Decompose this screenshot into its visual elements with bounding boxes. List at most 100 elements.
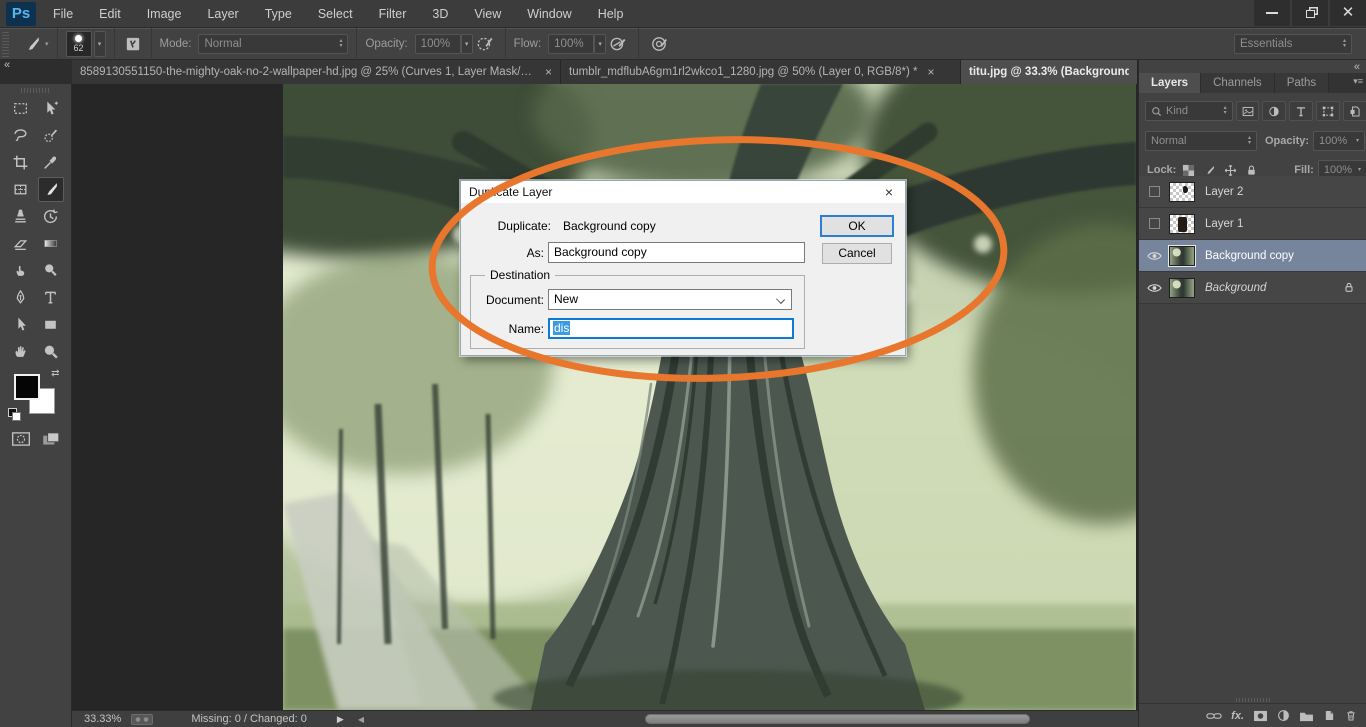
- default-colors-icon[interactable]: [8, 408, 22, 422]
- panel-menu-icon[interactable]: ▾≡: [1353, 73, 1366, 93]
- mode-dropdown[interactable]: Normal ▴▾: [198, 34, 348, 54]
- visibility-toggle[interactable]: [1139, 250, 1169, 262]
- airbrush-icon[interactable]: [606, 33, 630, 55]
- quick-selection-tool-icon[interactable]: [38, 123, 64, 148]
- swap-colors-icon[interactable]: ⇄: [51, 368, 59, 379]
- gradient-tool-icon[interactable]: [38, 231, 64, 256]
- ok-button[interactable]: OK: [820, 215, 894, 237]
- status-expand-icon[interactable]: ▶: [337, 714, 344, 725]
- zoom-level[interactable]: 33.33%: [84, 713, 121, 725]
- restore-button[interactable]: [1292, 0, 1328, 26]
- tab-channels[interactable]: Channels: [1201, 73, 1275, 93]
- document-tab-3-active[interactable]: titu.jpg @ 33.3% (Background c: [961, 60, 1138, 84]
- smudge-tool-icon[interactable]: [8, 258, 34, 283]
- menu-view[interactable]: View: [461, 0, 514, 28]
- eraser-tool-icon[interactable]: [8, 231, 34, 256]
- shape-tool-icon[interactable]: [38, 312, 64, 337]
- panel-toggle-group[interactable]: [115, 28, 152, 60]
- layer-row-background[interactable]: Background: [1139, 272, 1366, 304]
- menu-layer[interactable]: Layer: [194, 0, 251, 28]
- layer1-thumbnail[interactable]: [1169, 214, 1195, 234]
- tab-1-close-icon[interactable]: ×: [545, 65, 552, 79]
- add-mask-icon[interactable]: [1253, 710, 1268, 722]
- screen-mode-icon[interactable]: [41, 430, 61, 448]
- foreground-color-chip[interactable]: [14, 374, 40, 400]
- menu-file[interactable]: File: [40, 0, 86, 28]
- workspace-switcher[interactable]: Essentials ▴▾: [1234, 34, 1352, 54]
- tab-2-close-icon[interactable]: ×: [928, 65, 935, 79]
- tool-preset-group[interactable]: ▾: [13, 28, 58, 60]
- dodge-tool-icon[interactable]: [38, 258, 64, 283]
- layer-name[interactable]: Background copy: [1205, 250, 1294, 262]
- document-tab-2[interactable]: tumblr_mdflubA6gm1rl2wkco1_1280.jpg @ 50…: [561, 60, 961, 84]
- new-group-icon[interactable]: [1299, 710, 1314, 722]
- layer-name[interactable]: Background: [1205, 282, 1266, 294]
- type-tool-icon[interactable]: [38, 285, 64, 310]
- pressure-opacity-icon[interactable]: [473, 33, 497, 55]
- flow-dropdown[interactable]: 100%: [548, 34, 594, 54]
- patch-tool-icon[interactable]: [8, 177, 34, 202]
- name-input[interactable]: dis: [548, 318, 794, 339]
- panel-resize-grip[interactable]: [1236, 698, 1270, 702]
- link-layers-icon[interactable]: [1206, 710, 1222, 722]
- move-tool-icon[interactable]: [38, 96, 64, 121]
- collapse-panel-icon[interactable]: «: [1354, 61, 1360, 73]
- flow-arrow[interactable]: ▾: [594, 34, 606, 54]
- opacity-arrow[interactable]: ▾: [461, 34, 473, 54]
- background-thumbnail[interactable]: [1169, 278, 1195, 298]
- lasso-tool-icon[interactable]: [8, 123, 34, 148]
- filter-smart-object-icon[interactable]: [1343, 101, 1366, 121]
- dialog-titlebar[interactable]: Duplicate Layer ×: [461, 181, 905, 203]
- layer-row-layer2[interactable]: Layer 2: [1139, 176, 1366, 208]
- horizontal-scrollbar[interactable]: [645, 714, 1030, 724]
- brush-preset-picker[interactable]: 62 ▾: [58, 28, 115, 60]
- filter-adjustment-icon[interactable]: [1262, 101, 1286, 121]
- collapse-tools-icon[interactable]: «: [0, 60, 24, 72]
- scroll-left-icon[interactable]: ◀: [358, 715, 364, 724]
- menu-image[interactable]: Image: [134, 0, 195, 28]
- background-copy-thumbnail[interactable]: [1169, 246, 1195, 266]
- document-photo-oak-tree[interactable]: [283, 84, 1136, 710]
- layer-style-icon[interactable]: fx.: [1231, 710, 1244, 722]
- layer-opacity-dropdown[interactable]: 100% ▾: [1313, 131, 1365, 151]
- layer2-thumbnail[interactable]: [1169, 182, 1195, 202]
- menu-edit[interactable]: Edit: [86, 0, 134, 28]
- pressure-size-group[interactable]: [639, 28, 679, 60]
- visibility-toggle[interactable]: [1139, 218, 1169, 229]
- new-layer-icon[interactable]: [1323, 709, 1336, 722]
- visibility-toggle[interactable]: [1139, 282, 1169, 294]
- quick-mask-icon[interactable]: [11, 430, 31, 448]
- clone-stamp-tool-icon[interactable]: [8, 204, 34, 229]
- delete-layer-icon[interactable]: [1345, 709, 1357, 722]
- blend-mode-dropdown[interactable]: Normal ▴▾: [1145, 131, 1257, 151]
- filter-kind-dropdown[interactable]: Kind ▴▾: [1145, 101, 1233, 121]
- layer-name[interactable]: Layer 2: [1205, 186, 1243, 198]
- visibility-toggle[interactable]: [1139, 186, 1169, 197]
- new-adjustment-icon[interactable]: [1277, 709, 1290, 722]
- document-tab-1[interactable]: 8589130551150-the-mighty-oak-no-2-wallpa…: [72, 60, 561, 84]
- menu-type[interactable]: Type: [252, 0, 305, 28]
- tab-layers[interactable]: Layers: [1139, 73, 1201, 93]
- marquee-tool-icon[interactable]: [8, 96, 34, 121]
- minimize-button[interactable]: [1254, 0, 1290, 26]
- brush-picker-arrow[interactable]: ▾: [94, 31, 106, 57]
- history-brush-tool-icon[interactable]: [38, 204, 64, 229]
- layer-row-background-copy[interactable]: Background copy: [1139, 240, 1366, 272]
- menu-filter[interactable]: Filter: [366, 0, 420, 28]
- close-button[interactable]: ✕: [1330, 0, 1366, 26]
- brush-tool-icon-selected[interactable]: [38, 177, 64, 202]
- eyedropper-tool-icon[interactable]: [38, 150, 64, 175]
- dialog-close-icon[interactable]: ×: [873, 184, 905, 200]
- menu-3d[interactable]: 3D: [419, 0, 461, 28]
- path-selection-tool-icon[interactable]: [8, 312, 34, 337]
- menu-select[interactable]: Select: [305, 0, 366, 28]
- layer-name[interactable]: Layer 1: [1205, 218, 1243, 230]
- brush-preview[interactable]: 62: [66, 31, 92, 57]
- layer-row-layer1[interactable]: Layer 1: [1139, 208, 1366, 240]
- menu-help[interactable]: Help: [585, 0, 637, 28]
- pen-tool-icon[interactable]: [8, 285, 34, 310]
- document-select[interactable]: New: [548, 289, 792, 310]
- cancel-button[interactable]: Cancel: [822, 243, 892, 264]
- hand-tool-icon[interactable]: [8, 339, 34, 364]
- canvas-pasteboard[interactable]: [72, 84, 1138, 710]
